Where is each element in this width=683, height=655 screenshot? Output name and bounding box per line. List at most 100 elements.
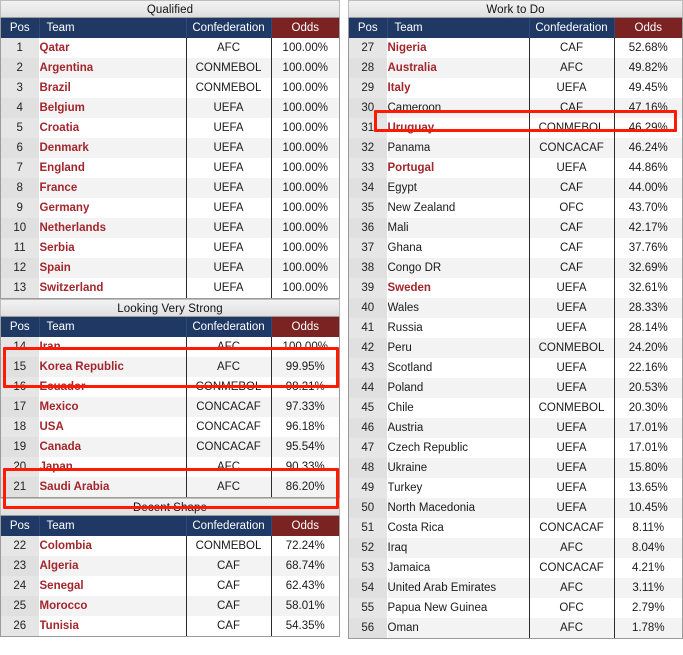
table-row[interactable]: 22 Colombia CONMEBOL 72.24% [1,536,339,556]
table-row[interactable]: 13 Switzerland UEFA 100.00% [1,278,339,298]
right-panel: Work to Do Pos Team Confederation Odds 27 Nige… [348,0,683,655]
column-header-team[interactable]: Team [387,18,530,38]
table-row[interactable]: 53 Jamaica CONCACAF 4.21% [349,558,682,578]
table-row[interactable]: 46 Austria UEFA 17.01% [349,418,682,438]
table-row[interactable]: 56 Oman AFC 1.78% [349,618,682,638]
table-row[interactable]: 25 Morocco CAF 58.01% [1,596,339,616]
cell-confederation: CAF [186,576,272,596]
column-header-confederation[interactable]: Confederation [186,18,272,38]
table-row[interactable]: 35 New Zealand OFC 43.70% [349,198,682,218]
cell-odds: 10.45% [614,498,682,518]
cell-position: 15 [1,357,40,377]
table-row[interactable]: 23 Algeria CAF 68.74% [1,556,339,576]
column-header-odds[interactable]: Odds [271,18,339,38]
table-row[interactable]: 9 Germany UEFA 100.00% [1,198,339,218]
table-row[interactable]: 52 Iraq AFC 8.04% [349,538,682,558]
table-row[interactable]: 48 Ukraine UEFA 15.80% [349,458,682,478]
table-row[interactable]: 11 Serbia UEFA 100.00% [1,238,339,258]
table-row[interactable]: 5 Croatia UEFA 100.00% [1,118,339,138]
table-wrapper: Pos Team Confederation Odds 1 Qatar AFC 100.00%… [0,18,340,299]
table-row[interactable]: 51 Costa Rica CONCACAF 8.11% [349,518,682,538]
table-row[interactable]: 17 Mexico CONCACAF 97.33% [1,397,339,417]
cell-confederation: CONCACAF [186,417,272,437]
table-row[interactable]: 50 North Macedonia UEFA 10.45% [349,498,682,518]
table-row[interactable]: 30 Cameroon CAF 47.16% [349,98,682,118]
column-header-odds[interactable]: Odds [614,18,682,38]
table-row[interactable]: 36 Mali CAF 42.17% [349,218,682,238]
table-row[interactable]: 33 Portugal UEFA 44.86% [349,158,682,178]
table-row[interactable]: 6 Denmark UEFA 100.00% [1,138,339,158]
table-row[interactable]: 37 Ghana CAF 37.76% [349,238,682,258]
cell-position: 4 [1,98,40,118]
table-row[interactable]: 7 England UEFA 100.00% [1,158,339,178]
table-row[interactable]: 55 Papua New Guinea OFC 2.79% [349,598,682,618]
column-header-confederation[interactable]: Confederation [186,317,272,337]
table-row[interactable]: 15 Korea Republic AFC 99.95% [1,357,339,377]
column-header-team[interactable]: Team [39,317,187,337]
table-row[interactable]: 16 Ecuador CONMEBOL 98.21% [1,377,339,397]
table-row[interactable]: 41 Russia UEFA 28.14% [349,318,682,338]
column-header-pos[interactable]: Pos [1,18,40,38]
table-row[interactable]: 42 Peru CONMEBOL 24.20% [349,338,682,358]
column-header-pos[interactable]: Pos [1,317,40,337]
column-header-pos[interactable]: Pos [349,18,388,38]
table-row[interactable]: 18 USA CONCACAF 96.18% [1,417,339,437]
cell-odds: 3.11% [614,578,682,598]
team-name: Ecuador [39,381,86,393]
table-row[interactable]: 21 Saudi Arabia AFC 86.20% [1,477,339,497]
table-row[interactable]: 28 Australia AFC 49.82% [349,58,682,78]
table-row[interactable]: 27 Nigeria CAF 52.68% [349,38,682,58]
cell-odds: 32.69% [614,258,682,278]
table-row[interactable]: 39 Sweden UEFA 32.61% [349,278,682,298]
odds-table-screenshot: Qualified Pos Team Confederation Odds 1 Qatar A… [0,0,683,655]
table-header-row: Pos Team Confederation Odds [1,18,339,38]
table-row[interactable]: 14 Iran AFC 100.00% [1,337,339,357]
table-row[interactable]: 12 Spain UEFA 100.00% [1,258,339,278]
table-row[interactable]: 20 Japan AFC 90.33% [1,457,339,477]
column-header-confederation[interactable]: Confederation [529,18,615,38]
table-row[interactable]: 24 Senegal CAF 62.43% [1,576,339,596]
cell-odds: 100.00% [271,38,339,58]
team-name: Senegal [39,580,84,592]
column-header-team[interactable]: Team [39,18,187,38]
table-row[interactable]: 10 Netherlands UEFA 100.00% [1,218,339,238]
table-row[interactable]: 2 Argentina CONMEBOL 100.00% [1,58,339,78]
table-row[interactable]: 47 Czech Republic UEFA 17.01% [349,438,682,458]
table-row[interactable]: 40 Wales UEFA 28.33% [349,298,682,318]
cell-team: United Arab Emirates [387,578,530,598]
column-header-odds[interactable]: Odds [271,516,339,536]
table-row[interactable]: 49 Turkey UEFA 13.65% [349,478,682,498]
table-row[interactable]: 45 Chile CONMEBOL 20.30% [349,398,682,418]
cell-confederation: AFC [186,337,272,357]
cell-position: 37 [349,238,388,258]
table-row[interactable]: 26 Tunisia CAF 54.35% [1,616,339,636]
table-row[interactable]: 19 Canada CONCACAF 95.54% [1,437,339,457]
table-row[interactable]: 8 France UEFA 100.00% [1,178,339,198]
table-row[interactable]: 1 Qatar AFC 100.00% [1,38,339,58]
table-row[interactable]: 38 Congo DR CAF 32.69% [349,258,682,278]
table-row[interactable]: 44 Poland UEFA 20.53% [349,378,682,398]
table-row[interactable]: 43 Scotland UEFA 22.16% [349,358,682,378]
cell-odds: 100.00% [271,118,339,138]
column-header-pos[interactable]: Pos [1,516,40,536]
table-row[interactable]: 31 Uruguay CONMEBOL 46.29% [349,118,682,138]
team-name: Turkey [387,482,423,494]
table-row[interactable]: 4 Belgium UEFA 100.00% [1,98,339,118]
cell-position: 51 [349,518,388,538]
table-row[interactable]: 34 Egypt CAF 44.00% [349,178,682,198]
cell-odds: 98.21% [271,377,339,397]
table-row[interactable]: 29 Italy UEFA 49.45% [349,78,682,98]
table-row[interactable]: 3 Brazil CONMEBOL 100.00% [1,78,339,98]
column-header-confederation[interactable]: Confederation [186,516,272,536]
cell-team: Cameroon [387,98,530,118]
cell-position: 48 [349,458,388,478]
cell-team: Portugal [387,158,530,178]
cell-confederation: AFC [186,457,272,477]
column-header-odds[interactable]: Odds [271,317,339,337]
table-row[interactable]: 32 Panama CONCACAF 46.24% [349,138,682,158]
odds-table: Pos Team Confederation Odds 22 Colombia CONMEB… [1,516,339,636]
section: Looking Very Strong Pos Team Confederation O… [0,299,340,498]
column-header-team[interactable]: Team [39,516,187,536]
table-row[interactable]: 54 United Arab Emirates AFC 3.11% [349,578,682,598]
cell-odds: 100.00% [271,178,339,198]
